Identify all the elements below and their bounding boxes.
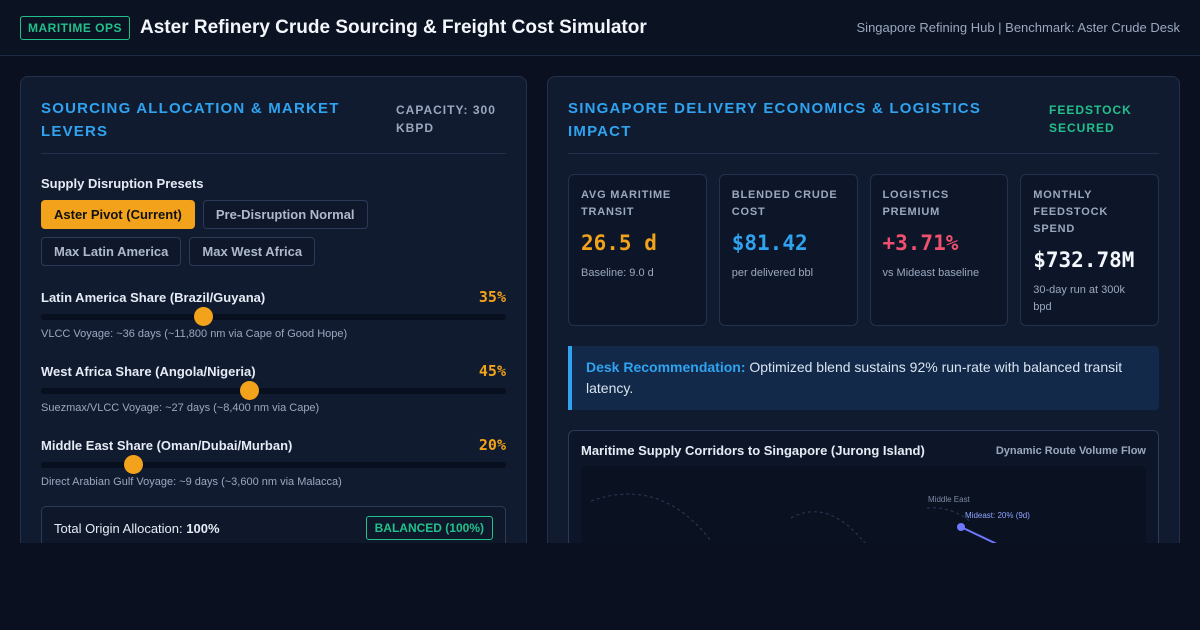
corridor-map-card: Maritime Supply Corridors to Singapore (… bbox=[568, 430, 1159, 543]
economics-panel-header: SINGAPORE DELIVERY ECONOMICS & LOGISTICS… bbox=[568, 97, 1159, 154]
preset-max-west-africa-button[interactable]: Max West Africa bbox=[189, 237, 316, 266]
middle-east-note: Direct Arabian Gulf Voyage: ~9 days (~3,… bbox=[41, 476, 342, 488]
kpi-premium-label: LOGISTICS PREMIUM bbox=[882, 189, 949, 218]
latin-america-slider[interactable] bbox=[41, 307, 506, 326]
sourcing-panel-header: SOURCING ALLOCATION & MARKET LEVERS CAPA… bbox=[41, 97, 506, 154]
total-allocation-label: Total Origin Allocation: 100% bbox=[54, 521, 220, 536]
kpi-cost-label: BLENDED CRUDE COST bbox=[731, 189, 838, 218]
total-allocation-value: 100% bbox=[186, 520, 220, 536]
presets-label: Supply Disruption Presets bbox=[41, 176, 204, 191]
total-allocation-text: Total Origin Allocation: bbox=[54, 520, 183, 536]
app-title: Aster Refinery Crude Sourcing & Freight … bbox=[140, 16, 647, 38]
latin-america-slider-block: Latin America Share (Brazil/Guyana) 35% … bbox=[41, 288, 506, 340]
preset-group: Aster Pivot (Current) Pre-Disruption Nor… bbox=[41, 200, 381, 266]
west-africa-label: West Africa Share (Angola/Nigeria) bbox=[41, 363, 256, 379]
middle-east-label: Middle East Share (Oman/Dubai/Murban) bbox=[41, 437, 293, 453]
mideast-origin-marker bbox=[957, 523, 965, 531]
kpi-premium-card: LOGISTICS PREMIUM +3.71% vs Mideast base… bbox=[869, 174, 1009, 326]
middle-east-slider[interactable] bbox=[41, 455, 506, 474]
kpi-cost-note: per delivered bbl bbox=[731, 267, 814, 279]
latin-america-value: 35% bbox=[478, 288, 506, 306]
west-africa-slider-thumb[interactable] bbox=[240, 381, 260, 400]
kpi-spend-card: MONTHLY FEEDSTOCK SPEND $732.78M 30-day … bbox=[1020, 174, 1159, 326]
kpi-row: AVG MARITIME TRANSIT 26.5 d Baseline: 9.… bbox=[568, 174, 1159, 326]
viewport: SOURCING ALLOCATION & MARKET LEVERS CAPA… bbox=[0, 56, 1200, 543]
west-africa-corridor-line bbox=[790, 511, 866, 543]
corridor-map-subtitle: Dynamic Route Volume Flow bbox=[995, 444, 1146, 457]
corridor-map-title: Maritime Supply Corridors to Singapore (… bbox=[581, 443, 925, 458]
west-africa-slider-block: West Africa Share (Angola/Nigeria) 45% S… bbox=[41, 362, 506, 414]
latin-america-label: Latin America Share (Brazil/Guyana) bbox=[41, 289, 266, 305]
desk-recommendation: Desk Recommendation: Optimized blend sus… bbox=[568, 346, 1159, 410]
mideast-route-label: Mideast: 20% (9d) bbox=[965, 511, 1030, 520]
preset-max-latin-america-button[interactable]: Max Latin America bbox=[41, 237, 182, 266]
total-allocation: Total Origin Allocation: 100% BALANCED (… bbox=[41, 506, 506, 543]
middle-east-slider-thumb[interactable] bbox=[124, 455, 143, 474]
balanced-badge: BALANCED (100%) bbox=[365, 516, 493, 540]
middle-east-slider-block: Middle East Share (Oman/Dubai/Murban) 20… bbox=[41, 436, 506, 488]
preset-pre-disruption-button[interactable]: Pre-Disruption Normal bbox=[202, 200, 368, 229]
kpi-transit-card: AVG MARITIME TRANSIT 26.5 d Baseline: 9.… bbox=[568, 174, 707, 326]
latin-america-note: VLCC Voyage: ~36 days (~11,800 nm via Ca… bbox=[41, 328, 348, 340]
sourcing-panel-title: SOURCING ALLOCATION & MARKET LEVERS bbox=[41, 100, 340, 140]
kpi-spend-label: MONTHLY FEEDSTOCK SPEND bbox=[1033, 189, 1109, 235]
top-bar-left: MARITIME OPS Aster Refinery Crude Sourci… bbox=[20, 15, 647, 40]
kpi-transit-note: Baseline: 9.0 d bbox=[581, 267, 654, 279]
economics-panel-title: SINGAPORE DELIVERY ECONOMICS & LOGISTICS… bbox=[568, 100, 982, 140]
latam-corridor-line bbox=[590, 493, 712, 542]
maritime-ops-badge: MARITIME OPS bbox=[20, 15, 131, 40]
sourcing-panel: SOURCING ALLOCATION & MARKET LEVERS CAPA… bbox=[20, 76, 527, 543]
kpi-transit-label: AVG MARITIME TRANSIT bbox=[581, 189, 672, 218]
kpi-premium-value: +3.71% bbox=[882, 231, 959, 255]
middle-east-region-label: Middle East bbox=[928, 495, 971, 504]
preset-aster-pivot-button[interactable]: Aster Pivot (Current) bbox=[41, 200, 195, 229]
west-africa-value: 45% bbox=[478, 362, 506, 380]
header-context: Singapore Refining Hub | Benchmark: Aste… bbox=[856, 20, 1180, 35]
kpi-transit-value: 26.5 d bbox=[581, 231, 657, 255]
kpi-spend-note: 30-day run at 300k bpd bbox=[1033, 284, 1125, 313]
corridor-map-svg: Middle East Mideast: 20% (9d) bbox=[590, 493, 1030, 543]
kpi-premium-note: vs Mideast baseline bbox=[882, 267, 980, 279]
kpi-cost-value: $81.42 bbox=[731, 231, 808, 255]
capacity-label: CAPACITY: 300 KBPD bbox=[396, 103, 496, 135]
kpi-spend-value: $732.78M bbox=[1033, 248, 1135, 272]
kpi-cost-card: BLENDED CRUDE COST $81.42 per delivered … bbox=[718, 174, 858, 326]
corridor-map: Middle East Mideast: 20% (9d) bbox=[581, 466, 1146, 543]
west-africa-note: Suezmax/VLCC Voyage: ~27 days (~8,400 nm… bbox=[41, 402, 320, 414]
top-bar: MARITIME OPS Aster Refinery Crude Sourci… bbox=[0, 0, 1200, 56]
middle-east-value: 20% bbox=[478, 436, 506, 454]
west-africa-slider[interactable] bbox=[41, 381, 506, 400]
feedstock-status: FEEDSTOCK SECURED bbox=[1049, 103, 1132, 135]
mideast-route-line bbox=[960, 526, 998, 543]
economics-panel: SINGAPORE DELIVERY ECONOMICS & LOGISTICS… bbox=[547, 76, 1180, 543]
recommendation-label: Desk Recommendation: bbox=[586, 359, 746, 375]
latin-america-slider-thumb[interactable] bbox=[193, 307, 213, 326]
